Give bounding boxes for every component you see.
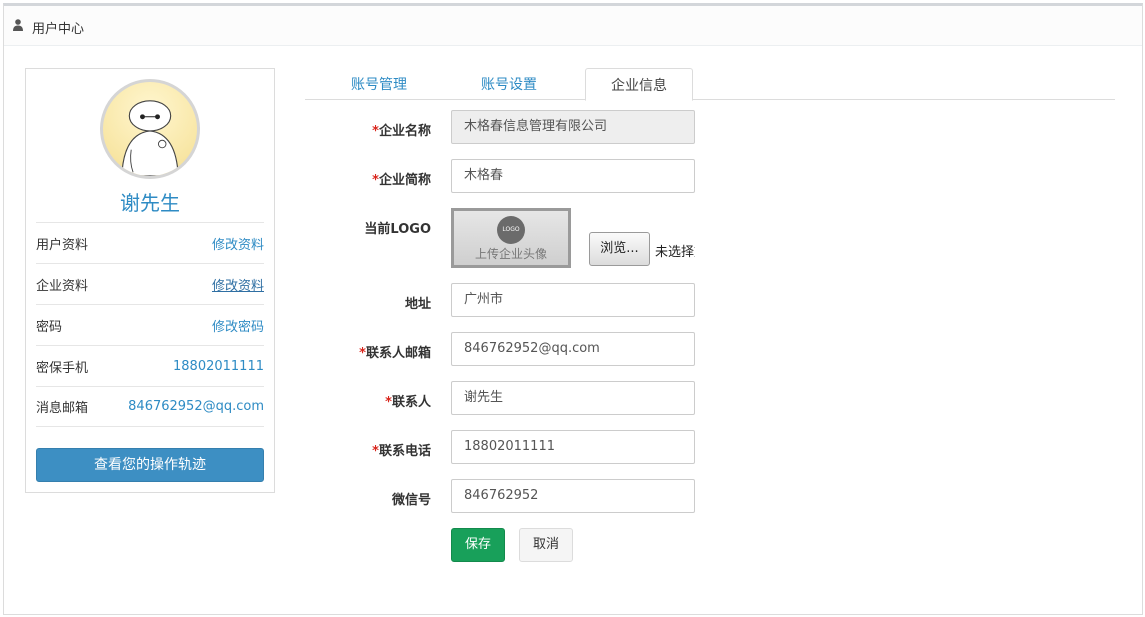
logo-caption: 上传企业头像 [474, 247, 547, 261]
no-file-text: 未选择文件。 [655, 245, 695, 260]
tab-account-management[interactable]: 账号管理 [335, 68, 423, 100]
user-icon [13, 19, 23, 31]
wechat-field[interactable]: 846762952 [451, 479, 695, 513]
tab-account-settings[interactable]: 账号设置 [465, 68, 553, 100]
panel-header: 用户中心 [4, 6, 1142, 46]
row-label: 企业资料 [36, 278, 89, 294]
view-activity-button[interactable]: 查看您的操作轨迹 [36, 448, 264, 482]
contact-label: *联系人 [385, 395, 431, 410]
list-item-user-profile: 用户资料 修改资料 [36, 222, 264, 263]
profile-info-list: 用户资料 修改资料 企业资料 修改资料 密码 修改密码 密保手机 1880201… [36, 222, 264, 427]
row-label: 用户资料 [36, 237, 89, 253]
edit-profile-link[interactable]: 修改资料 [212, 234, 264, 253]
contact-email-field[interactable]: 846762952@qq.com [451, 332, 695, 366]
contact-email-label: *联系人邮箱 [359, 346, 431, 361]
company-name-field[interactable]: 木格春信息管理有限公司 [451, 110, 695, 144]
row-label: 密码 [36, 319, 63, 335]
address-field[interactable]: 广州市 [451, 283, 695, 317]
baymax-avatar-image [121, 100, 179, 176]
change-password-link[interactable]: 修改密码 [212, 316, 264, 335]
list-item-message-email: 消息邮箱 846762952@qq.com [36, 386, 264, 427]
logo-badge: LOGO [497, 216, 525, 244]
page-title: 用户中心 [32, 22, 85, 37]
message-email-link[interactable]: 846762952@qq.com [128, 399, 264, 414]
profile-card: 谢先生 用户资料 修改资料 企业资料 修改资料 密码 修改密码 密保手机 188… [25, 68, 275, 493]
row-label: 密保手机 [36, 360, 89, 376]
avatar [100, 79, 200, 179]
list-item-password: 密码 修改密码 [36, 304, 264, 345]
company-name-label: *企业名称 [372, 124, 431, 139]
edit-company-link[interactable]: 修改资料 [212, 275, 264, 294]
logo-label: 当前LOGO [364, 222, 431, 237]
contact-field[interactable]: 谢先生 [451, 381, 695, 415]
list-item-security-phone: 密保手机 18802011111 [36, 345, 264, 386]
address-label: 地址 [404, 297, 431, 312]
phone-label: *联系电话 [372, 444, 431, 459]
row-label: 消息邮箱 [36, 401, 89, 416]
company-short-field[interactable]: 木格春 [451, 159, 695, 193]
security-phone-link[interactable]: 18802011111 [173, 359, 264, 374]
save-button[interactable]: 保存 [451, 528, 505, 562]
profile-name: 谢先生 [120, 191, 180, 215]
company-short-label: *企业简称 [372, 173, 431, 188]
cancel-button[interactable]: 取消 [519, 528, 573, 562]
wechat-label: 微信号 [391, 493, 431, 508]
phone-field[interactable]: 18802011111 [451, 430, 695, 464]
logo-preview[interactable]: LOGO 上传企业头像 [451, 208, 571, 268]
tab-bar: 账号管理 账号设置 企业信息 [305, 68, 1115, 101]
list-item-company-profile: 企业资料 修改资料 [36, 263, 264, 304]
tab-company-info[interactable]: 企业信息 [585, 68, 693, 101]
browse-file-button[interactable]: 浏览... [589, 232, 650, 266]
